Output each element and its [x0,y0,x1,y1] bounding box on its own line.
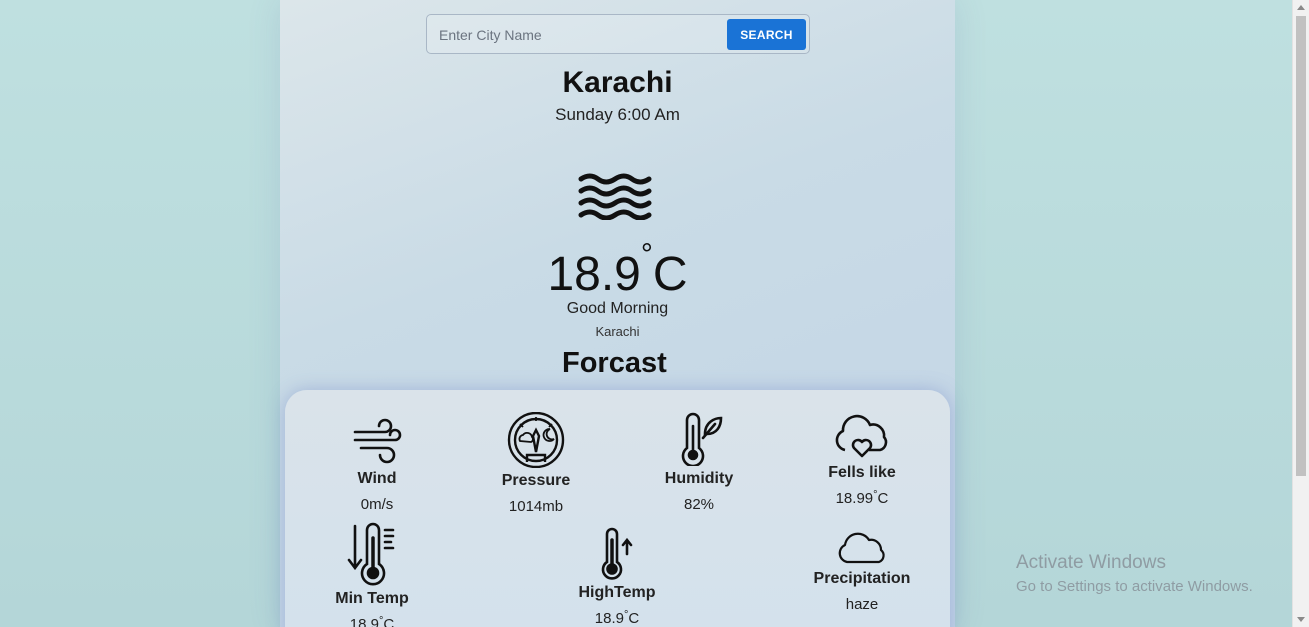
thermometer-up-icon [601,527,633,580]
stat-label: HighTemp [578,584,656,601]
current-temperature: 18.9°C [280,238,955,302]
search-bar: SEARCH [426,14,810,54]
value-unit: C [628,610,640,627]
forecast-title: Forcast [562,347,667,379]
stat-precipitation: Precipitation haze [797,530,927,613]
cloud-heart-icon [835,414,888,458]
subcity-text: Karachi [595,324,640,339]
search-button[interactable]: SEARCH [727,19,806,50]
scroll-thumb[interactable] [1296,16,1306,476]
value-unit: C [877,490,889,507]
temperature-value: 18.9 [547,248,641,301]
activate-title: Activate Windows [1016,552,1166,573]
stat-value: 1014mb [508,498,564,515]
city-title: Karachi [562,66,673,99]
value-number: 18.9 [349,616,379,627]
stat-value: haze [845,596,879,613]
stat-label: Wind [357,470,397,487]
vertical-scrollbar[interactable] [1292,0,1309,627]
value-number: 18.99 [835,490,874,507]
weather-app-card: SEARCH Karachi Sunday 6:00 Am 18.9°C Goo… [280,0,955,627]
stat-label: Pressure [501,472,571,489]
stat-label: Min Temp [335,590,409,607]
thermometer-down-icon [347,522,395,586]
stat-humidity: Humidity 82% [634,412,764,513]
stat-value: 18.99°C [797,489,927,507]
stat-high-temp: HighTemp 18.9°C [552,526,682,627]
stat-feels-like: Fells like 18.99°C [797,410,927,507]
stat-label: Fells like [828,464,896,481]
stat-min-temp: Min Temp 18.9°C [307,522,437,627]
scroll-up-arrow-icon[interactable] [1297,5,1305,10]
stat-label: Humidity [664,470,734,487]
degree-symbol: ° [873,489,878,501]
haze-icon [578,173,652,220]
degree-symbol: ° [623,609,629,621]
thermometer-leaf-icon [681,412,723,466]
value-unit: C [383,616,395,627]
greeting-text: Good Morning [566,300,669,317]
forecast-stats-card: Wind 0m/s Pressure 1014mb Humidity 82% F… [285,390,950,627]
stat-value: 0m/s [360,496,394,513]
city-search-input[interactable] [439,24,719,46]
scroll-down-arrow-icon[interactable] [1297,617,1305,622]
wind-icon [353,418,402,464]
windows-activation-watermark: Activate Windows Go to Settings to activ… [1016,552,1253,595]
value-number: 18.9 [594,610,624,627]
date-time: Sunday 6:00 Am [555,105,680,124]
activate-subtitle: Go to Settings to activate Windows. [1016,578,1253,595]
stat-wind: Wind 0m/s [312,414,442,513]
stat-pressure: Pressure 1014mb [471,412,601,515]
stat-label: Precipitation [813,570,911,587]
stat-value: 18.9°C [307,615,437,627]
cloud-icon [838,532,885,564]
degree-symbol: ° [640,238,653,271]
stat-value: 82% [683,496,715,513]
degree-symbol: ° [378,615,384,627]
temperature-unit: C [652,248,688,301]
pressure-gauge-icon [507,412,565,468]
stat-value: 18.9°C [552,609,682,627]
